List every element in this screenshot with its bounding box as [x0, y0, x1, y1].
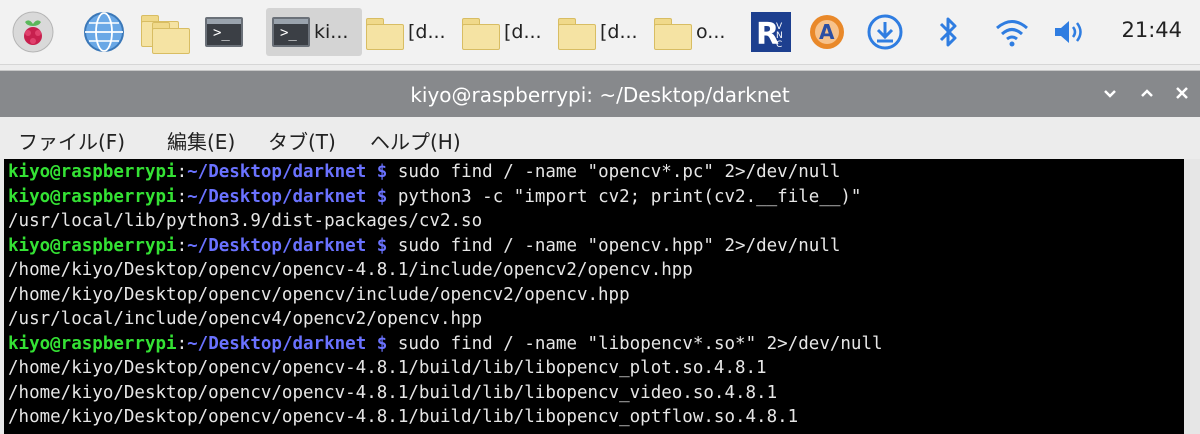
output-line: /home/kiyo/Desktop/opencv/opencv/include… [8, 283, 630, 307]
command-line: kiyo@raspberrypi:~/Desktop/darknet $ sud… [8, 234, 840, 258]
prompt-symbol: $ [376, 162, 388, 182]
web-browser-icon[interactable] [80, 8, 128, 56]
terminal-icon[interactable]: >_ [198, 8, 250, 56]
download-icon[interactable] [862, 8, 908, 56]
task-folder[interactable]: [d... [458, 8, 552, 56]
output-line: /home/kiyo/Desktop/opencv/opencv-4.8.1/b… [8, 405, 798, 429]
folder-icon [654, 16, 692, 50]
task-label: ki... [314, 21, 349, 43]
svg-text:A: A [819, 20, 835, 44]
prompt-symbol: $ [376, 235, 388, 256]
output-text: /home/kiyo/Desktop/opencv/opencv/include… [8, 284, 630, 305]
close-icon[interactable] [1172, 83, 1192, 109]
command-line: kiyo@raspberrypi:~/Desktop/darknet $ sud… [8, 160, 840, 184]
volume-icon[interactable] [1046, 8, 1092, 56]
output-text: /home/kiyo/Desktop/opencv/opencv-4.8.1/b… [8, 382, 778, 403]
command-line: kiyo@raspberrypi:~/Desktop/darknet $ sud… [8, 332, 883, 356]
terminal-icon: >_ [272, 17, 310, 47]
prompt-separator: : [176, 186, 188, 207]
command-line: kiyo@raspberrypi:~/Desktop/darknet $ pyt… [8, 185, 861, 209]
prompt-separator: : [176, 333, 188, 354]
minimize-icon[interactable] [1100, 83, 1120, 109]
output-text: /home/kiyo/Desktop/opencv/opencv-4.8.1/b… [8, 407, 799, 427]
maximize-icon[interactable] [1137, 83, 1157, 109]
folder-icon [366, 16, 404, 50]
task-label: [d... [600, 21, 638, 43]
command-text: sudo find / -name "opencv*.pc" 2>/dev/nu… [397, 162, 841, 182]
prompt-separator: : [176, 235, 188, 256]
menu-help[interactable]: ヘルプ(H) [370, 126, 461, 155]
output-line: /home/kiyo/Desktop/opencv/opencv-4.8.1/b… [8, 381, 777, 405]
prompt-path: ~/Desktop/darknet [187, 235, 367, 256]
task-label: o... [696, 21, 726, 43]
output-line: /usr/local/lib/python3.9/dist-packages/c… [8, 209, 482, 233]
menu-file[interactable]: ファイル(F) [18, 126, 125, 155]
menu-bar: ファイル(F) 編集(E) タブ(T) ヘルプ(H) [0, 117, 1200, 159]
wifi-icon[interactable] [990, 8, 1034, 56]
command-text: python3 -c "import cv2; print(cv2.__file… [397, 186, 862, 207]
folder-icon [462, 16, 500, 50]
taskbar: >_ >_ ki... [d... [d... [d... o... R V N… [0, 0, 1200, 65]
output-line: /home/kiyo/Desktop/opencv/opencv-4.8.1/b… [8, 356, 767, 380]
output-text: /home/kiyo/Desktop/opencv/opencv-4.8.1/b… [8, 358, 767, 378]
prompt-user: kiyo@raspberrypi [8, 186, 177, 207]
task-folder[interactable]: [d... [554, 8, 648, 56]
prompt-path: ~/Desktop/darknet [187, 186, 367, 207]
output-line: /usr/local/include/opencv4/opencv2/openc… [8, 307, 482, 331]
raspberry-menu-icon[interactable] [8, 8, 58, 56]
command-text: sudo find / -name "opencv.hpp" 2>/dev/nu… [397, 235, 841, 256]
command-text: sudo find / -name "libopencv*.so*" 2>/de… [397, 333, 883, 354]
title-bar[interactable]: kiyo@raspberrypi: ~/Desktop/darknet [0, 71, 1200, 117]
task-terminal[interactable]: >_ ki... [266, 8, 362, 56]
prompt-user: kiyo@raspberrypi [8, 235, 177, 256]
task-folder[interactable]: o... [650, 8, 744, 56]
prompt-user: kiyo@raspberrypi [8, 162, 177, 182]
output-text: /usr/local/lib/python3.9/dist-packages/c… [8, 211, 483, 231]
terminal-output[interactable]: kiyo@raspberrypi:~/Desktop/darknet $ sud… [4, 159, 1184, 434]
task-folder[interactable]: [d... [362, 8, 456, 56]
window-title: kiyo@raspberrypi: ~/Desktop/darknet [410, 83, 790, 107]
folder-icon [558, 16, 596, 50]
updater-icon[interactable]: A [804, 8, 850, 56]
menu-tabs[interactable]: タブ(T) [268, 126, 336, 155]
prompt-separator: : [176, 162, 188, 182]
output-text: /home/kiyo/Desktop/opencv/opencv-4.8.1/i… [8, 260, 693, 280]
file-manager-icon[interactable] [138, 8, 192, 56]
clock[interactable]: 21:44 [1121, 18, 1182, 42]
task-label: [d... [408, 21, 446, 43]
vnc-icon[interactable]: R V N C [748, 8, 794, 56]
terminal-window: kiyo@raspberrypi: ~/Desktop/darknet ファイル… [0, 70, 1200, 434]
output-line: /home/kiyo/Desktop/opencv/opencv-4.8.1/i… [8, 258, 693, 282]
prompt-path: ~/Desktop/darknet [187, 333, 367, 354]
prompt-symbol: $ [376, 333, 388, 354]
prompt-user: kiyo@raspberrypi [8, 333, 177, 354]
menu-edit[interactable]: 編集(E) [167, 126, 235, 155]
scrollbar[interactable] [1184, 159, 1200, 434]
task-label: [d... [504, 21, 542, 43]
output-text: /usr/local/include/opencv4/opencv2/openc… [8, 309, 483, 329]
prompt-path: ~/Desktop/darknet [187, 162, 367, 182]
bluetooth-icon[interactable] [928, 8, 968, 56]
svg-text:C: C [776, 40, 782, 50]
prompt-symbol: $ [376, 186, 388, 207]
